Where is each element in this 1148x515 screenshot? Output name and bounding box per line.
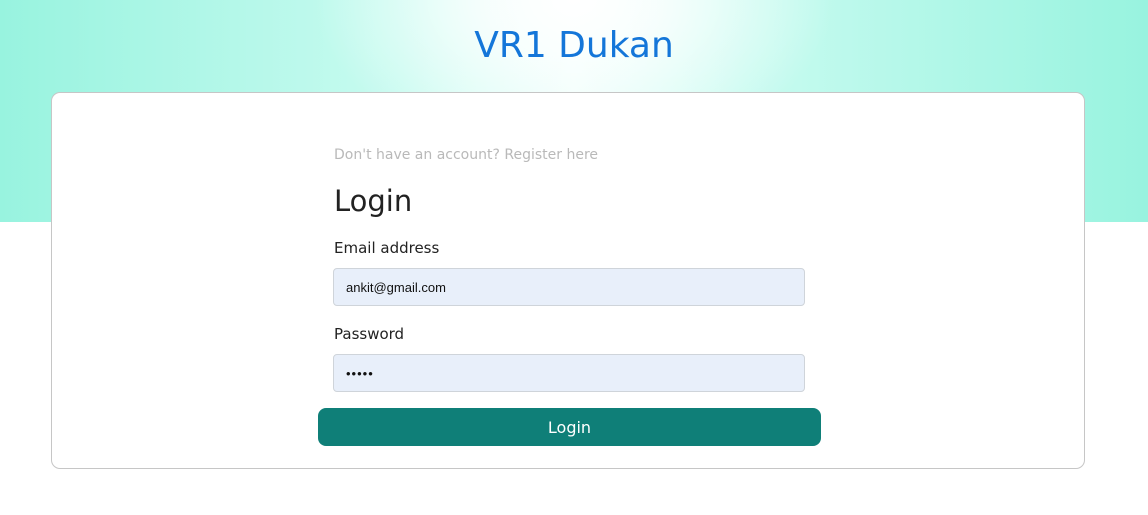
brand-title: VR1 Dukan [474, 25, 674, 66]
email-field[interactable] [333, 268, 805, 306]
email-label: Email address [334, 239, 440, 257]
form-title: Login [334, 184, 413, 218]
register-link[interactable]: Don't have an account? Register here [334, 145, 598, 165]
login-button[interactable]: Login [318, 408, 821, 446]
password-label: Password [334, 325, 405, 343]
password-field[interactable] [333, 354, 805, 392]
login-card: Don't have an account? Register here Log… [51, 92, 1085, 469]
